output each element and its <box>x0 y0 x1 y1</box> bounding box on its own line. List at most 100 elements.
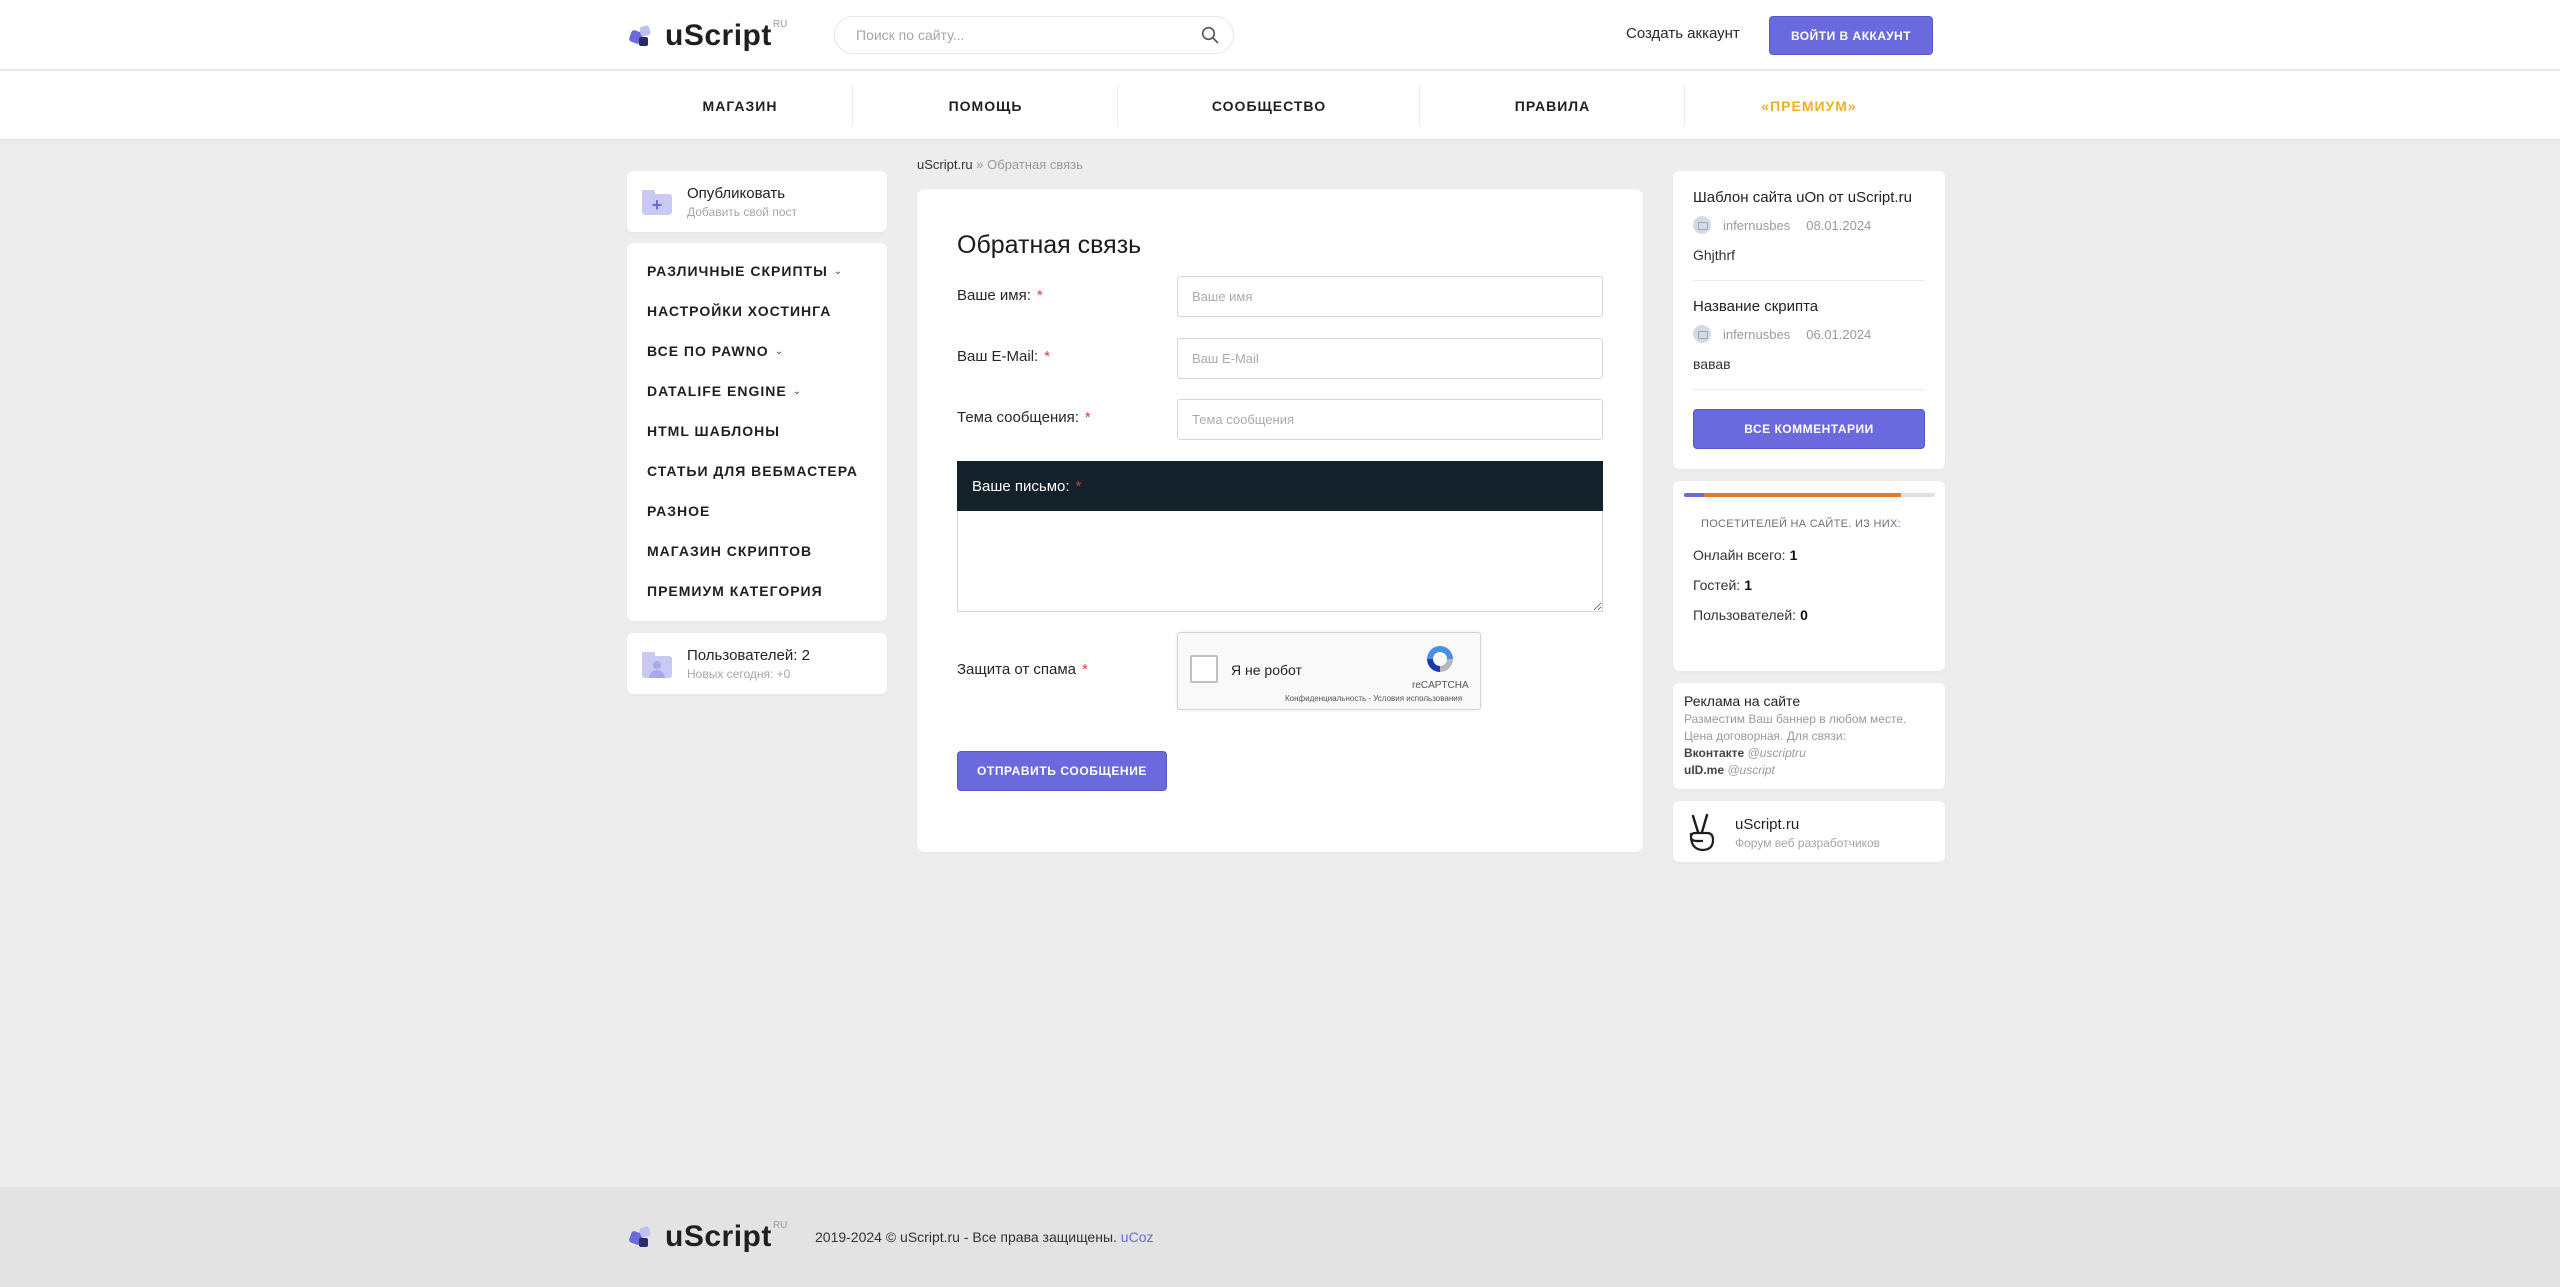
email-label-text: Ваш E-Mail: <box>957 348 1039 365</box>
divider <box>1693 389 1925 390</box>
category-label: РАЗЛИЧНЫЕ СКРИПТЫ <box>647 263 828 279</box>
publish-card[interactable]: + Опубликовать Добавить свой пост <box>627 171 887 232</box>
required-mark: * <box>1082 661 1088 678</box>
online-bar <box>1684 493 1935 497</box>
footer-logo[interactable]: uScript RU <box>627 1220 787 1254</box>
logo-mark-icon <box>627 22 655 50</box>
category-item[interactable]: СТАТЬИ ДЛЯ ВЕБМАСТЕРА <box>647 463 858 479</box>
email-field[interactable] <box>1177 338 1603 379</box>
breadcrumb-home-link[interactable]: uScript.ru <box>917 157 973 172</box>
online-title: ПОСЕТИТЕЛЕЙ НА САЙТЕ. ИЗ НИХ: <box>1701 518 1901 530</box>
recaptcha-brand: reCAPTCHA <box>1412 680 1469 691</box>
category-label: ПРЕМИУМ КАТЕГОРИЯ <box>647 583 823 599</box>
logo-suffix: RU <box>772 1220 788 1231</box>
chevron-down-icon: ⌄ <box>792 385 803 397</box>
comment-author[interactable]: infernusbes <box>1723 327 1790 342</box>
online-users-value: 0 <box>1800 607 1808 623</box>
nav-item-premium[interactable]: «ПРЕМИУМ» <box>1685 71 1933 140</box>
category-item[interactable]: ВСЕ ПО PAWNO ⌄ <box>647 343 784 359</box>
create-account-link[interactable]: Создать аккаунт <box>1626 25 1740 42</box>
category-label: МАГАЗИН СКРИПТОВ <box>647 543 813 559</box>
category-item[interactable]: РАЗНОЕ <box>647 503 710 519</box>
online-bar-users <box>1684 493 1705 497</box>
category-item[interactable]: ПРЕМИУМ КАТЕГОРИЯ <box>647 583 823 599</box>
comment-author[interactable]: infernusbes <box>1723 218 1790 233</box>
forum-subtitle: Форум веб разработчиков <box>1735 836 1881 850</box>
page-title: Обратная связь <box>957 231 1142 259</box>
subject-label: Тема сообщения: * <box>957 409 1091 426</box>
avatar <box>1693 216 1711 234</box>
category-label: ВСЕ ПО PAWNO <box>647 343 769 359</box>
comment-meta: infernusbes 06.01.2024 <box>1693 325 1871 343</box>
search-icon[interactable] <box>1201 26 1219 44</box>
category-item[interactable]: МАГАЗИН СКРИПТОВ <box>647 543 812 559</box>
forum-card[interactable]: uScript.ru Форум веб разработчиков <box>1673 801 1945 862</box>
users-count: Пользователей: 2 <box>687 647 810 664</box>
nav-item-shop[interactable]: МАГАЗИН <box>627 71 853 140</box>
nav-item-rules[interactable]: ПРАВИЛА <box>1420 71 1685 140</box>
comment-text: Ghjthrf <box>1693 247 1736 263</box>
online-total: Онлайн всего: 1 <box>1693 547 1797 563</box>
publish-title: Опубликовать <box>687 185 786 202</box>
logo-suffix: RU <box>772 19 788 30</box>
logo-mark-icon <box>627 1223 655 1251</box>
avatar <box>1693 325 1711 343</box>
online-bar-guests <box>1704 493 1902 497</box>
forum-title: uScript.ru <box>1735 816 1800 833</box>
search-input[interactable] <box>835 17 1175 53</box>
category-item[interactable]: DATALIFE ENGINE ⌄ <box>647 383 802 399</box>
required-mark: * <box>1075 478 1082 495</box>
recaptcha-checkbox[interactable] <box>1190 655 1218 683</box>
comment-title[interactable]: Шаблон сайта uOn от uScript.ru <box>1693 189 1912 206</box>
publish-subtitle: Добавить свой пост <box>687 205 797 219</box>
ads-line: Цена договорная. Для связи: <box>1684 729 1846 743</box>
subject-label-text: Тема сообщения: <box>957 409 1079 426</box>
category-item[interactable]: НАСТРОЙКИ ХОСТИНГА <box>647 303 831 319</box>
name-field[interactable] <box>1177 276 1603 317</box>
site-logo[interactable]: uScript RU <box>627 19 787 53</box>
nav-item-help[interactable]: ПОМОЩЬ <box>853 71 1118 140</box>
ads-vk[interactable]: Вконтакте @uscriptru <box>1684 746 1806 760</box>
recaptcha-links[interactable]: Конфиденциальность - Условия использован… <box>1285 694 1462 703</box>
logo-word: uScript <box>665 19 772 52</box>
users-new-today: Новых сегодня: +0 <box>687 667 791 681</box>
main-nav-items: МАГАЗИН ПОМОЩЬ СООБЩЕСТВО ПРАВИЛА «ПРЕМИ… <box>627 71 1933 140</box>
category-label: DATALIFE ENGINE <box>647 383 787 399</box>
recaptcha-text: Я не робот <box>1231 662 1302 678</box>
required-mark: * <box>1036 287 1043 304</box>
all-comments-button[interactable]: ВСЕ КОММЕНТАРИИ <box>1693 409 1925 449</box>
comment-date: 06.01.2024 <box>1806 326 1872 342</box>
online-total-label: Онлайн всего: <box>1693 547 1786 563</box>
ads-uid[interactable]: uID.me @uscript <box>1684 763 1775 777</box>
submit-button[interactable]: ОТПРАВИТЬ СООБЩЕНИЕ <box>957 751 1167 791</box>
ads-vk-handle: @uscriptru <box>1747 746 1806 760</box>
nav-item-community[interactable]: СООБЩЕСТВО <box>1118 71 1420 140</box>
category-item[interactable]: HTML ШАБЛОНЫ <box>647 423 780 439</box>
category-item[interactable]: РАЗЛИЧНЫЕ СКРИПТЫ ⌄ <box>647 263 843 279</box>
required-mark: * <box>1084 409 1091 426</box>
comment-meta: infernusbes 08.01.2024 <box>1693 216 1871 234</box>
subject-field[interactable] <box>1177 399 1603 440</box>
category-label: НАСТРОЙКИ ХОСТИНГА <box>647 303 832 319</box>
footer: uScript RU 2019-2024 © uScript.ru - Все … <box>0 1187 2560 1287</box>
copyright: 2019-2024 © uScript.ru - Все права защищ… <box>815 1229 1153 1245</box>
ads-line: Разместим Ваш баннер в любом месте. <box>1684 712 1907 726</box>
logo-word: uScript <box>665 1220 772 1253</box>
name-label-text: Ваше имя: <box>957 287 1031 304</box>
login-button[interactable]: ВОЙТИ В АККАУНТ <box>1769 16 1933 55</box>
email-label: Ваш E-Mail: * <box>957 348 1050 365</box>
copyright-text: 2019-2024 © uScript.ru - Все права защищ… <box>815 1229 1117 1245</box>
divider <box>1693 280 1925 281</box>
ucoz-link[interactable]: uCoz <box>1121 1229 1154 1245</box>
online-guests: Гостей: 1 <box>1693 577 1752 593</box>
message-textarea[interactable] <box>957 511 1603 612</box>
online-users-label: Пользователей: <box>1693 607 1797 623</box>
category-label: РАЗНОЕ <box>647 503 711 519</box>
ads-vk-label: Вконтакте <box>1684 746 1745 760</box>
comment-title[interactable]: Название скрипта <box>1693 298 1818 315</box>
breadcrumb: uScript.ru » Обратная связь <box>917 157 1083 172</box>
users-card[interactable]: Пользователей: 2 Новых сегодня: +0 <box>627 633 887 694</box>
recaptcha-logo-icon <box>1427 646 1453 672</box>
online-stats: ПОСЕТИТЕЛЕЙ НА САЙТЕ. ИЗ НИХ: Онлайн все… <box>1673 481 1945 671</box>
comment-text: вавав <box>1693 356 1731 372</box>
